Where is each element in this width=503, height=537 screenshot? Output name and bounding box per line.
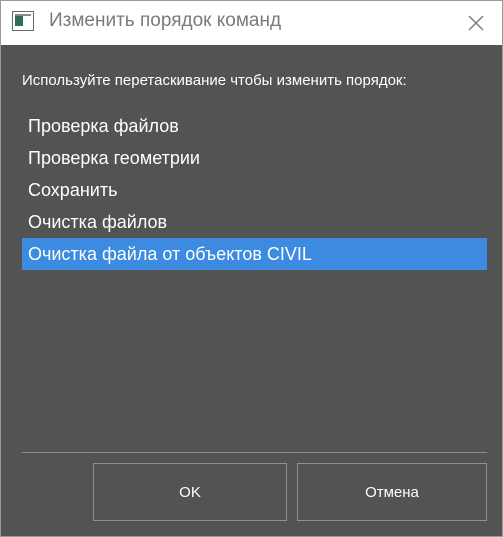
list-item[interactable]: Проверка геометрии (22, 142, 487, 174)
list-item[interactable]: Очистка файлов (22, 206, 487, 238)
close-icon (468, 15, 484, 31)
dialog-body: Используйте перетаскивание чтобы изменит… (1, 45, 502, 536)
window-app-icon (12, 11, 34, 31)
list-item-selected[interactable]: Очистка файла от объектов CIVIL (22, 238, 487, 270)
list-item[interactable]: Проверка файлов (22, 110, 487, 142)
separator (22, 452, 487, 453)
cancel-button[interactable]: Отмена (297, 463, 487, 521)
list-item[interactable]: Сохранить (22, 174, 487, 206)
command-list[interactable]: Проверка файлов Проверка геометрии Сохра… (22, 110, 487, 496)
ok-button[interactable]: OK (93, 463, 287, 521)
window-title: Изменить порядок команд (49, 10, 282, 31)
instruction-label: Используйте перетаскивание чтобы изменит… (22, 72, 407, 89)
close-button[interactable] (459, 7, 493, 39)
reorder-commands-dialog: Изменить порядок команд Используйте пере… (0, 0, 503, 537)
title-bar[interactable]: Изменить порядок команд (1, 1, 502, 45)
